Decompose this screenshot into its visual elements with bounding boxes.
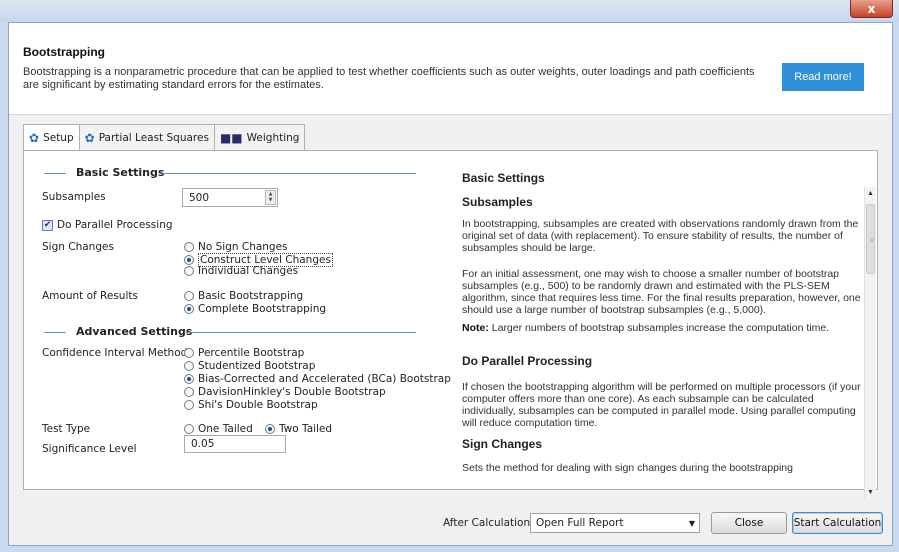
radio-icon xyxy=(184,348,194,358)
significance-level-input[interactable]: 0.05 xyxy=(184,435,286,453)
section-title: Advanced Settings xyxy=(76,325,193,338)
radio-selected-icon xyxy=(265,424,275,434)
radio-individual-changes[interactable]: Individual Changes xyxy=(184,265,298,277)
radio-label: Percentile Bootstrap xyxy=(198,347,305,359)
significance-level-label: Significance Level xyxy=(42,443,137,455)
title-bar: x xyxy=(0,0,899,22)
advanced-settings-header: Advanced Settings xyxy=(44,325,416,339)
radio-no-sign-changes[interactable]: No Sign Changes xyxy=(184,241,288,253)
help-heading-subsamples: Subsamples xyxy=(462,195,533,209)
basic-settings-header: Basic Settings xyxy=(44,166,416,180)
radio-basic-bootstrapping[interactable]: Basic Bootstrapping xyxy=(184,290,303,302)
divider xyxy=(44,332,66,333)
confidence-interval-label: Confidence Interval Method xyxy=(42,347,188,359)
radio-bca-bootstrap[interactable]: Bias-Corrected and Accelerated (BCa) Boo… xyxy=(184,373,451,385)
people-icon: ■■ xyxy=(219,130,243,145)
significance-level-value: 0.05 xyxy=(191,438,215,450)
tab-label: Setup xyxy=(43,132,74,144)
radio-icon xyxy=(184,291,194,301)
radio-label: Shi's Double Bootstrap xyxy=(198,399,318,411)
radio-label: DavisionHinkley's Double Bootstrap xyxy=(198,386,386,398)
scroll-thumb[interactable]: ≡ xyxy=(866,204,875,274)
help-panel: Basic Settings Subsamples In bootstrappi… xyxy=(456,151,864,489)
radio-label: Bias-Corrected and Accelerated (BCa) Boo… xyxy=(198,373,451,385)
radio-selected-icon xyxy=(184,304,194,314)
help-paragraph-subsamples-1: In bootstrapping, subsamples are created… xyxy=(462,218,859,254)
tab-label: Partial Least Squares xyxy=(98,131,209,144)
chevron-down-icon: ▼ xyxy=(688,519,695,528)
radio-label: Two Tailed xyxy=(279,423,333,435)
tab-bar: ✿ Setup ✿ Partial Least Squares ■■ Weigh… xyxy=(23,124,306,151)
divider xyxy=(184,332,416,333)
tab-content: Basic Settings Subsamples 500 ▲ ▼ ✔ Do Pa… xyxy=(23,150,878,499)
header-description: Bootstrapping is a nonparametric procedu… xyxy=(23,66,755,91)
checkbox-label: Do Parallel Processing xyxy=(57,219,173,231)
subsamples-label: Subsamples xyxy=(42,191,106,203)
radio-icon xyxy=(184,266,194,276)
sign-changes-label: Sign Changes xyxy=(42,241,114,253)
help-paragraph-sign-changes: Sets the method for dealing with sign ch… xyxy=(462,462,793,474)
radio-complete-bootstrapping[interactable]: Complete Bootstrapping xyxy=(184,303,326,315)
parallel-processing-checkbox[interactable]: ✔ Do Parallel Processing xyxy=(42,219,173,231)
help-heading-parallel-processing: Do Parallel Processing xyxy=(462,354,593,368)
start-calculation-button[interactable]: Start Calculation xyxy=(792,512,883,534)
radio-icon xyxy=(184,400,194,410)
stepper-arrows[interactable]: ▲ ▼ xyxy=(265,190,276,205)
subsamples-value: 500 xyxy=(189,192,210,204)
radio-icon xyxy=(184,424,194,434)
close-icon: x xyxy=(867,1,876,16)
help-paragraph-parallel: If chosen the bootstrapping algorithm wi… xyxy=(462,381,861,429)
page-title: Bootstrapping xyxy=(23,45,105,59)
radio-selected-icon xyxy=(184,255,194,265)
dialog-header: Bootstrapping Bootstrapping is a nonpara… xyxy=(9,23,892,115)
radio-shi-double-bootstrap[interactable]: Shi's Double Bootstrap xyxy=(184,399,318,411)
radio-label: Complete Bootstrapping xyxy=(198,303,327,315)
radio-icon xyxy=(184,361,194,371)
subsamples-stepper[interactable]: 500 ▲ ▼ xyxy=(182,188,278,207)
radio-icon xyxy=(184,387,194,397)
radio-two-tailed[interactable]: Two Tailed xyxy=(265,423,332,435)
radio-label: Basic Bootstrapping xyxy=(198,290,304,302)
help-scrollbar[interactable]: ▲ ≡ ▼ xyxy=(864,187,876,499)
checkmark-icon: ✔ xyxy=(42,219,53,231)
radio-percentile-bootstrap[interactable]: Percentile Bootstrap xyxy=(184,347,304,359)
radio-studentized-bootstrap[interactable]: Studentized Bootstrap xyxy=(184,360,315,372)
tab-label: Weighting xyxy=(246,131,300,144)
note-label: Note: xyxy=(462,322,489,334)
close-button[interactable]: Close xyxy=(711,512,787,534)
help-heading-basic-settings: Basic Settings xyxy=(462,171,545,185)
tab-weighting[interactable]: ■■ Weighting xyxy=(213,124,306,150)
help-paragraph-subsamples-2: For an initial assessment, one may wish … xyxy=(462,268,861,316)
tab-partial-least-squares[interactable]: ✿ Partial Least Squares xyxy=(78,124,215,150)
after-calculation-select[interactable]: Open Full Report ▼ xyxy=(530,513,700,533)
grip-icon: ≡ xyxy=(870,238,874,244)
radio-selected-icon xyxy=(184,374,194,384)
radio-icon xyxy=(184,242,194,252)
read-more-button[interactable]: Read more! xyxy=(782,63,864,91)
note-text: Larger numbers of bootstrap subsamples i… xyxy=(488,322,830,334)
scroll-down-arrow-icon[interactable]: ▼ xyxy=(867,489,874,496)
after-calculation-value: Open Full Report xyxy=(536,517,624,529)
help-note: Note: Larger numbers of bootstrap subsam… xyxy=(462,322,862,334)
window-close-button[interactable]: x xyxy=(850,0,893,18)
radio-label: Studentized Bootstrap xyxy=(198,360,316,372)
radio-label: One Tailed xyxy=(198,423,253,435)
test-type-label: Test Type xyxy=(42,423,91,435)
settings-panel: Basic Settings Subsamples 500 ▲ ▼ ✔ Do Pa… xyxy=(24,151,451,489)
divider xyxy=(44,173,66,174)
divider xyxy=(162,173,416,174)
radio-davisionhinkley-double-bootstrap[interactable]: DavisionHinkley's Double Bootstrap xyxy=(184,386,386,398)
section-title: Basic Settings xyxy=(76,166,165,179)
tab-setup[interactable]: ✿ Setup xyxy=(23,124,80,151)
radio-one-tailed[interactable]: One Tailed xyxy=(184,423,253,435)
help-heading-sign-changes: Sign Changes xyxy=(462,437,543,451)
radio-label: No Sign Changes xyxy=(198,241,288,253)
after-calculation-label: After Calculation: xyxy=(443,517,534,529)
radio-label: Individual Changes xyxy=(198,265,299,277)
amount-of-results-label: Amount of Results xyxy=(42,290,138,302)
scroll-up-arrow-icon[interactable]: ▲ xyxy=(867,190,874,197)
bootstrapping-dialog: Bootstrapping Bootstrapping is a nonpara… xyxy=(8,22,893,546)
gear-icon: ✿ xyxy=(29,131,40,145)
gear-icon: ✿ xyxy=(84,130,95,145)
